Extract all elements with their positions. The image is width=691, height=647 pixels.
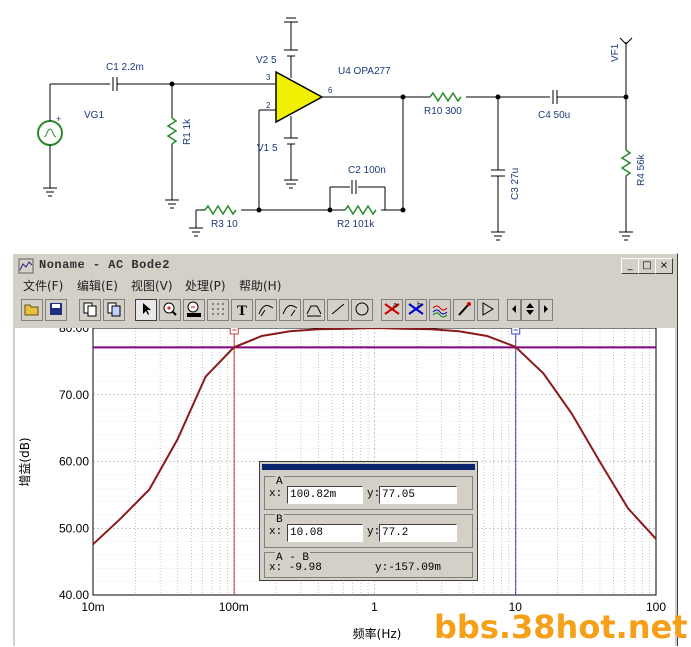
cursor-b-group-label: B — [275, 514, 284, 526]
label-pin3: 3 — [266, 73, 271, 82]
label-v2: V2 5 — [256, 55, 277, 66]
cursor-a-icon[interactable] — [255, 299, 277, 321]
arrow-right-icon[interactable] — [539, 299, 553, 321]
menu-help[interactable]: 帮助(H) — [239, 277, 281, 294]
cursor-panel-titlebar[interactable] — [262, 464, 475, 470]
label-vf1: VF1 — [610, 43, 621, 62]
copy-special-icon[interactable] — [103, 299, 125, 321]
cursor-b-y-field[interactable]: 77.2 — [379, 524, 457, 542]
y-tick-label: 60.00 — [59, 455, 89, 469]
save-icon[interactable] — [45, 299, 67, 321]
line-tool-icon[interactable] — [327, 299, 349, 321]
x-tick-label: 100m — [219, 600, 249, 614]
minimize-button[interactable]: _ — [621, 258, 639, 274]
curves-icon[interactable] — [429, 299, 451, 321]
zoom-100-icon[interactable] — [183, 299, 205, 321]
cursor-diff-x: x: -9.98 — [269, 562, 322, 574]
menu-view[interactable]: 视图(V) — [131, 277, 173, 294]
bode-window: Noname - AC Bode2 _ □ × 文件(F) 编辑(E) 视图(V… — [12, 253, 678, 646]
window-title: Noname - AC Bode2 — [39, 258, 170, 272]
svg-text:b: b — [417, 301, 422, 309]
pen-icon[interactable] — [453, 299, 475, 321]
arrow-updown-icon[interactable] — [521, 299, 539, 321]
cursor-a-group: A x: 100.82m y: 77.05 — [264, 476, 473, 510]
cursor-readout-panel[interactable]: A x: 100.82m y: 77.05 B x: 10.08 y: 77.2… — [259, 461, 478, 581]
label-r3: R3 10 — [211, 219, 238, 230]
menu-process[interactable]: 处理(P) — [185, 277, 226, 294]
label-pin6: 6 — [328, 86, 333, 95]
cursor-a-group-label: A — [275, 476, 284, 488]
open-icon[interactable] — [21, 299, 43, 321]
y-ticks: 80.0070.0060.0050.0040.00 — [59, 328, 89, 602]
zoom-in-icon[interactable] — [159, 299, 181, 321]
label-c2: C2 100n — [348, 165, 386, 176]
cursor-b-box — [511, 328, 521, 335]
toolbar: T a b — [15, 298, 675, 324]
label-vg1: VG1 — [84, 110, 104, 121]
app-icon — [18, 258, 34, 274]
label-pin2: 2 — [266, 101, 271, 110]
x-tick-label: 1 — [371, 600, 378, 614]
window-titlebar[interactable]: Noname - AC Bode2 _ □ × — [15, 256, 675, 276]
flag-icon[interactable] — [477, 299, 499, 321]
cursor-a-box — [229, 328, 239, 335]
circle-tool-icon[interactable] — [351, 299, 373, 321]
cursor-b-x-icon[interactable]: b — [405, 299, 427, 321]
label-c3: C3 27u — [510, 168, 521, 200]
text-tool-icon[interactable]: T — [231, 299, 253, 321]
label-r10: R10 300 — [424, 106, 462, 117]
svg-text:T: T — [237, 303, 247, 318]
y-tick-label: 70.00 — [59, 388, 89, 402]
menu-bar: 文件(F) 编辑(E) 视图(V) 处理(P) 帮助(H) — [15, 276, 675, 294]
svg-text:a: a — [393, 301, 397, 309]
cursor-a-y-field[interactable]: 77.05 — [379, 486, 457, 504]
y-tick-label: 80.00 — [59, 328, 89, 335]
copy-icon[interactable] — [79, 299, 101, 321]
pointer-icon[interactable] — [135, 299, 157, 321]
close-button[interactable]: × — [655, 258, 673, 274]
label-r4: R4 56k — [636, 153, 647, 186]
label-vg1-plus: + — [56, 114, 61, 124]
x-tick-label: 10m — [81, 600, 104, 614]
cursor-a-x-icon[interactable]: a — [381, 299, 403, 321]
grid-icon[interactable] — [207, 299, 229, 321]
cursor-a-x-field[interactable]: 100.82m — [287, 486, 363, 504]
x-axis-label: 频率(Hz) — [353, 626, 402, 641]
circuit-schematic: VG1 C1 2.2m R1 1k V2 5 V1 5 U4 OPA277 3 … — [37, 17, 647, 241]
maximize-button[interactable]: □ — [638, 258, 656, 274]
label-c4: C4 50u — [538, 110, 570, 121]
y-axis-label: 增益(dB) — [18, 437, 32, 486]
label-v1: V1 5 — [257, 143, 278, 154]
cursor-b-icon[interactable] — [279, 299, 301, 321]
cursor-b-x-field[interactable]: 10.08 — [287, 524, 363, 542]
plot-area[interactable]: 80.00 70.00 60.00 50.00 40.00 10m 100m 1 10 100 … — [15, 328, 675, 646]
label-r1: R1 1k — [182, 118, 193, 145]
marker-icon[interactable] — [303, 299, 325, 321]
cursor-diff-y: y:-157.09m — [375, 562, 442, 574]
cursor-diff-group: A - B x: -9.98 y:-157.09m — [264, 552, 473, 578]
label-u4: U4 OPA277 — [338, 66, 391, 77]
label-r2: R2 101k — [337, 219, 375, 230]
watermark-text: bbs.38hot.net — [434, 608, 688, 646]
menu-file[interactable]: 文件(F) — [23, 277, 63, 294]
cursor-b-x-label: x: — [269, 526, 283, 538]
y-tick-label: 50.00 — [59, 521, 89, 535]
cursor-b-marker[interactable] — [511, 328, 521, 335]
cursor-a-marker[interactable] — [229, 328, 239, 335]
label-c1: C1 2.2m — [106, 62, 144, 73]
cursor-a-x-label: x: — [269, 488, 283, 500]
arrow-left-icon[interactable] — [507, 299, 521, 321]
menu-edit[interactable]: 编辑(E) — [77, 277, 118, 294]
cursor-b-group: B x: 10.08 y: 77.2 — [264, 514, 473, 548]
